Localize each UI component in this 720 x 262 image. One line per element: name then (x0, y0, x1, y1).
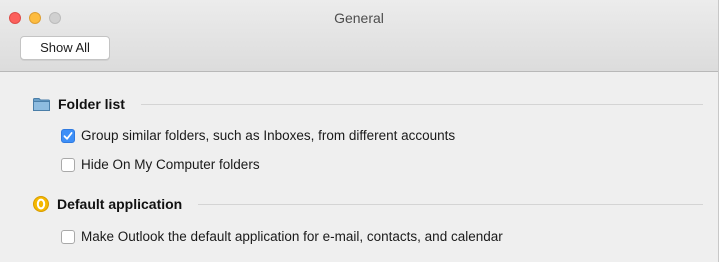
option-make-outlook-default[interactable]: Make Outlook the default application for… (61, 229, 503, 244)
section-heading-folder-list: Folder list (58, 96, 125, 112)
preferences-window: General Show All Folder list Group simil… (0, 0, 719, 262)
make-outlook-default-checkbox[interactable] (61, 229, 75, 244)
option-hide-on-my-computer[interactable]: Hide On My Computer folders (61, 157, 260, 172)
checkmark-icon (63, 131, 73, 140)
group-similar-folders-checkbox[interactable] (61, 128, 75, 143)
section-heading-default-application: Default application (57, 196, 183, 212)
show-all-button[interactable]: Show All (20, 36, 110, 60)
option-label: Group similar folders, such as Inboxes, … (81, 128, 456, 143)
option-group-similar-folders[interactable]: Group similar folders, such as Inboxes, … (61, 128, 455, 143)
section-default-application: Default application (33, 196, 703, 212)
option-label: Make Outlook the default application for… (81, 229, 503, 244)
option-label: Hide On My Computer folders (81, 157, 260, 172)
section-folder-list: Folder list (33, 96, 703, 112)
title-bar: General Show All (0, 0, 718, 72)
hide-on-my-computer-checkbox[interactable] (61, 157, 75, 172)
section-divider (140, 103, 703, 105)
window-title: General (334, 10, 384, 26)
folder-icon (33, 97, 50, 111)
outlook-icon (33, 196, 49, 212)
section-divider (198, 203, 703, 205)
